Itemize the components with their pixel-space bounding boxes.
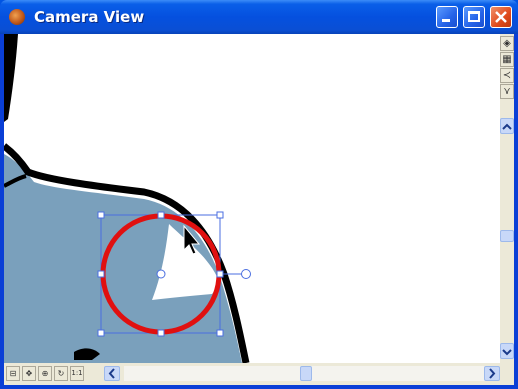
chevron-down-icon <box>502 349 512 356</box>
zoom-icon[interactable]: ⊕ <box>38 366 52 381</box>
window-title: Camera View <box>34 8 145 26</box>
scroll-up-button[interactable] <box>500 118 514 134</box>
resize-handle-top-left[interactable] <box>97 211 105 219</box>
scroll-left-button[interactable] <box>104 366 120 381</box>
title-bar[interactable]: Camera View <box>0 0 518 34</box>
resize-handle-right[interactable] <box>216 270 224 278</box>
camera-view-app-icon[interactable] <box>9 9 25 25</box>
chevron-right-icon <box>489 368 496 379</box>
reset-view-icon[interactable]: ⊟ <box>6 366 20 381</box>
close-button[interactable] <box>490 6 512 28</box>
pan-icon[interactable]: ✥ <box>22 366 36 381</box>
minimize-icon <box>442 19 450 22</box>
right-toolbar: ◈ ▦ ≺ ⋎ <box>500 34 514 365</box>
resize-handle-bottom-right[interactable] <box>216 329 224 337</box>
maximize-button[interactable] <box>463 6 485 28</box>
maximize-icon <box>468 11 480 22</box>
resize-handle-left[interactable] <box>97 270 105 278</box>
minimize-button[interactable] <box>436 6 458 28</box>
blue-fill-shape[interactable] <box>4 154 242 363</box>
camera-icon[interactable]: ◈ <box>500 36 514 51</box>
center-pivot-handle[interactable] <box>156 269 166 279</box>
render-icon[interactable]: ▦ <box>500 52 514 67</box>
resize-handle-bottom-left[interactable] <box>97 329 105 337</box>
flip-vertical-icon[interactable]: ⋎ <box>500 84 514 99</box>
chevron-up-icon <box>502 123 512 130</box>
horizontal-scroll-thumb[interactable] <box>300 366 312 381</box>
resize-handle-top[interactable] <box>157 211 165 219</box>
rotate-icon[interactable]: ↻ <box>54 366 68 381</box>
resize-handle-top-right[interactable] <box>216 211 224 219</box>
scroll-corner <box>500 363 514 385</box>
actual-size-button[interactable]: 1:1 <box>70 366 84 381</box>
camera-canvas[interactable] <box>4 34 500 363</box>
resize-handle-bottom[interactable] <box>157 329 165 337</box>
rotation-handle[interactable] <box>241 269 251 279</box>
scroll-right-button[interactable] <box>484 366 500 381</box>
flip-horizontal-icon[interactable]: ≺ <box>500 68 514 83</box>
black-shape-top-left[interactable] <box>4 34 18 122</box>
camera-view-window: Camera View ◈ ▦ ≺ ⋎ ⊟ ✥ ⊕ ↻ 1:1 <box>0 0 518 389</box>
chevron-left-icon <box>108 368 115 379</box>
drawing-stage[interactable] <box>4 34 500 363</box>
bottom-toolbar: ⊟ ✥ ⊕ ↻ 1:1 <box>4 363 514 385</box>
close-icon <box>495 11 507 23</box>
vertical-scroll-thumb[interactable] <box>500 230 514 242</box>
scroll-down-button[interactable] <box>500 343 514 359</box>
